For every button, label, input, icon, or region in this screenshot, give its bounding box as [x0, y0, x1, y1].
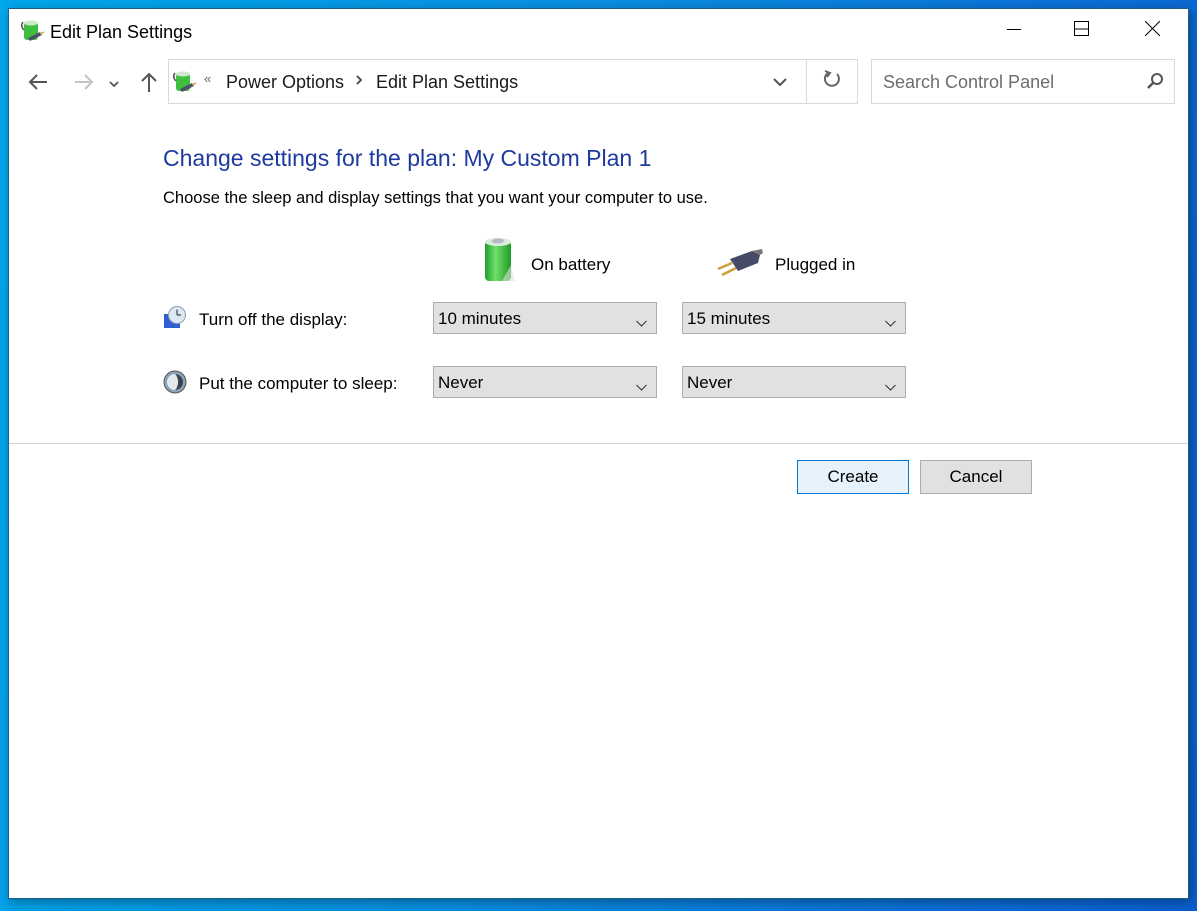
sleep-on-battery-select[interactable]: Never — [433, 366, 657, 398]
selected-value: 10 minutes — [438, 309, 522, 328]
selected-value: Never — [687, 373, 733, 392]
chevron-down-icon — [636, 312, 647, 332]
close-button[interactable] — [1129, 9, 1175, 53]
edit-plan-settings-window: Edit Plan Settings « Power Options Edit … — [8, 8, 1189, 899]
power-plug-icon — [716, 249, 764, 282]
display-on-battery-select[interactable]: 10 minutes — [433, 302, 657, 334]
minimize-icon — [1007, 22, 1021, 41]
arrow-up-icon — [141, 72, 157, 97]
chevron-down-icon — [885, 312, 896, 332]
maximize-button[interactable] — [1058, 9, 1104, 53]
address-bar[interactable]: « Power Options Edit Plan Settings — [168, 59, 858, 104]
power-options-icon — [20, 18, 45, 44]
refresh-button[interactable] — [806, 60, 857, 103]
breadcrumb-power-options[interactable]: Power Options — [226, 72, 344, 93]
sleep-moon-icon — [163, 370, 187, 394]
chevron-down-icon — [636, 376, 647, 396]
minimize-button-area[interactable] — [991, 9, 1037, 53]
search-icon[interactable] — [1146, 72, 1164, 95]
power-options-icon — [171, 69, 197, 95]
search-placeholder: Search Control Panel — [883, 72, 1055, 92]
back-button[interactable] — [25, 71, 51, 97]
up-button[interactable] — [136, 71, 162, 97]
window-title: Edit Plan Settings — [50, 22, 193, 42]
breadcrumb-separator-icon[interactable] — [355, 73, 363, 90]
chevron-down-icon — [109, 75, 119, 93]
address-history-dropdown[interactable] — [757, 60, 803, 103]
setting-label-sleep: Put the computer to sleep: — [199, 374, 398, 393]
selected-value: 15 minutes — [687, 309, 771, 328]
close-icon — [1144, 20, 1160, 41]
cancel-button[interactable]: Cancel — [920, 460, 1032, 494]
page-description: Choose the sleep and display settings th… — [163, 189, 708, 207]
arrow-left-icon — [28, 73, 48, 95]
create-button[interactable]: Create — [797, 460, 909, 494]
forward-button[interactable] — [71, 71, 97, 97]
recent-locations-button[interactable] — [105, 71, 123, 97]
sleep-plugged-in-select[interactable]: Never — [682, 366, 906, 398]
search-control-panel-input[interactable]: Search Control Panel — [871, 59, 1175, 104]
chevron-down-icon — [885, 376, 896, 396]
breadcrumb-edit-plan-settings[interactable]: Edit Plan Settings — [376, 72, 518, 93]
column-label-plugged-in: Plugged in — [775, 255, 856, 274]
page-title: Change settings for the plan: My Custom … — [163, 145, 652, 171]
refresh-icon — [823, 70, 841, 93]
chevron-down-icon — [773, 73, 787, 91]
selected-value: Never — [438, 373, 484, 392]
display-clock-icon — [163, 306, 187, 330]
maximize-icon — [1073, 21, 1089, 41]
breadcrumb-overflow[interactable]: « — [204, 71, 211, 86]
battery-icon — [482, 235, 516, 288]
column-label-on-battery: On battery — [531, 255, 611, 274]
display-plugged-in-select[interactable]: 15 minutes — [682, 302, 906, 334]
arrow-right-icon — [74, 73, 94, 95]
navigation-bar: « Power Options Edit Plan Settings Searc… — [9, 59, 1188, 107]
divider — [9, 443, 1188, 444]
setting-label-display: Turn off the display: — [199, 310, 348, 329]
